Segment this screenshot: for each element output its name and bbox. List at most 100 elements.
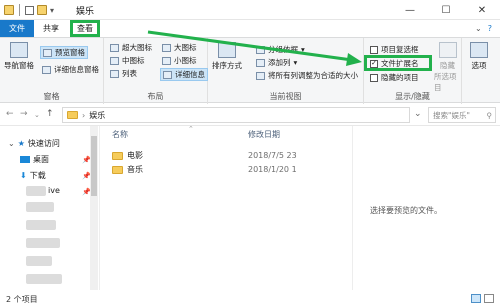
large-icons-view-icon[interactable] [484, 294, 494, 303]
chevron-down-icon[interactable]: ⌄ [414, 109, 422, 119]
medium-icons-icon [110, 56, 119, 65]
details-pane-label: 详细信息窗格 [54, 65, 99, 74]
breadcrumb[interactable]: 娱乐 [89, 110, 105, 121]
hide-selected-label-2: 所选项目 [434, 72, 457, 92]
options-button[interactable]: 选项 [470, 42, 488, 71]
list-option[interactable]: 列表 [110, 68, 137, 79]
nav-pane-button[interactable]: 导航窗格 [4, 42, 34, 71]
address-field[interactable]: › 娱乐 [62, 107, 410, 123]
up-icon[interactable]: ↑ [46, 109, 54, 119]
show-hide-group: 项目复选框 ✓ 文件扩展名 隐藏的项目 隐藏 所选项目 显示/隐藏 [364, 38, 462, 104]
sort-icon [218, 42, 236, 58]
pane-group-label: 窗格 [43, 92, 60, 101]
back-icon[interactable]: ← [6, 109, 14, 119]
nav-item-quick-access[interactable]: ⌄ ★ 快速访问 [8, 138, 60, 149]
blurred-item [26, 274, 62, 284]
item-checkboxes-checkbox[interactable] [370, 45, 378, 54]
hidden-items-checkbox[interactable] [370, 73, 378, 82]
new-folder-icon[interactable] [37, 5, 47, 15]
ribbon-tabs: 文件 共享 查看 ⌄ ? [0, 20, 500, 37]
layout-group: 超大图标 大图标 中图标 小图标 列表 详细信息 布局 [104, 38, 208, 104]
options-label: 选项 [471, 61, 487, 70]
file-name: 音乐 [127, 165, 143, 174]
options-icon [470, 42, 488, 58]
blurred-item [26, 238, 60, 248]
small-icons-icon [162, 56, 171, 65]
nav-pane-label: 导航窗格 [4, 61, 34, 70]
chevron-down-icon[interactable]: ⌄ [34, 111, 40, 119]
xl-icons-label: 超大图标 [122, 43, 152, 52]
large-icons-option[interactable]: 大图标 [162, 42, 197, 53]
small-icons-option[interactable]: 小图标 [162, 55, 197, 66]
hide-selected-button[interactable]: 隐藏 所选项目 [434, 42, 461, 93]
close-button[interactable]: ✕ [464, 0, 500, 20]
list-item[interactable]: 音乐 [112, 164, 143, 175]
folder-icon [4, 5, 14, 15]
blurred-item [26, 186, 46, 196]
list-item[interactable]: 电影 [112, 150, 143, 161]
add-columns-label: 添加列 [268, 58, 291, 67]
tab-file[interactable]: 文件 [0, 20, 34, 37]
hidden-items-option[interactable]: 隐藏的项目 [370, 72, 419, 83]
star-icon: ★ [17, 139, 25, 148]
preview-pane-icon [43, 48, 52, 57]
search-placeholder: 搜索"娱乐" [433, 110, 470, 120]
item-checkboxes-option[interactable]: 项目复选框 [370, 44, 419, 55]
folder-icon [67, 111, 78, 119]
size-all-columns-button[interactable]: 将所有列调整为合适的大小 [256, 70, 358, 81]
quick-access-toolbar: ▾ [4, 4, 54, 16]
nav-item-downloads[interactable]: ⬇ 下载 [20, 170, 46, 181]
chevron-down-icon[interactable]: ⌄ [8, 139, 15, 148]
forward-icon[interactable]: → [20, 109, 28, 119]
quick-access-label: 快速访问 [27, 139, 60, 148]
add-columns-icon [256, 58, 265, 67]
show-hide-group-label: 显示/隐藏 [395, 92, 430, 101]
blurred-item [26, 220, 56, 230]
preview-divider[interactable] [352, 126, 353, 290]
sort-by-button[interactable]: 排序方式 [212, 42, 242, 71]
file-name: 电影 [127, 151, 143, 160]
file-date: 2018/7/5 23 [248, 151, 297, 160]
search-icon: ⚲ [486, 110, 493, 120]
details-option[interactable]: 详细信息 [160, 68, 208, 81]
minimize-button[interactable]: — [392, 0, 428, 20]
preview-pane-button[interactable]: 预览窗格 [40, 46, 88, 59]
window-controls: — ☐ ✕ [392, 0, 500, 20]
hidden-items-label: 隐藏的项目 [381, 73, 419, 82]
add-columns-button[interactable]: 添加列 ▾ [256, 57, 297, 68]
sort-arrow-icon: ⌃ [188, 125, 194, 133]
blurred-item [26, 256, 52, 266]
status-bar: 2 个项目 [0, 290, 500, 308]
nav-scrollbar[interactable] [90, 126, 98, 290]
group-by-button[interactable]: 分组依据 ▾ [256, 44, 305, 55]
details-icon [163, 70, 172, 79]
properties-icon[interactable] [25, 5, 34, 15]
details-pane-button[interactable]: 详细信息窗格 [42, 64, 99, 75]
desktop-icon [20, 156, 30, 163]
item-count: 2 个项目 [6, 294, 38, 304]
address-bar: ← → ⌄ ↑ › 娱乐 ⌄ 搜索"娱乐" ⚲ [0, 104, 500, 126]
current-view-group-label: 当前视图 [269, 92, 302, 101]
ribbon: 导航窗格 预览窗格 详细信息窗格 窗格 超大图标 大图标 中图标 小图标 列表 … [0, 37, 500, 104]
medium-icons-option[interactable]: 中图标 [110, 55, 145, 66]
search-input[interactable]: 搜索"娱乐" ⚲ [428, 107, 496, 123]
chevron-down-icon[interactable]: ⌄ [475, 24, 482, 33]
options-group: 选项 [462, 38, 500, 104]
tab-share[interactable]: 共享 [34, 20, 68, 37]
chevron-down-icon[interactable]: ▾ [50, 6, 54, 15]
maximize-button[interactable]: ☐ [428, 0, 464, 20]
column-name[interactable]: 名称 [112, 126, 128, 142]
details-view-icon[interactable] [471, 294, 481, 303]
chevron-right-icon: › [82, 110, 86, 120]
ribbon-help: ⌄ ? [475, 20, 500, 37]
pane-group: 导航窗格 预览窗格 详细信息窗格 窗格 [0, 38, 104, 104]
help-icon[interactable]: ? [488, 24, 492, 33]
xl-icons-option[interactable]: 超大图标 [110, 42, 152, 53]
nav-item-desktop[interactable]: 桌面 [20, 154, 49, 165]
chevron-down-icon: ▾ [301, 45, 305, 54]
scroll-thumb[interactable] [91, 136, 97, 196]
size-all-label: 将所有列调整为合适的大小 [268, 71, 358, 80]
tab-view[interactable]: 查看 [70, 20, 100, 37]
small-icons-label: 小图标 [174, 56, 197, 65]
column-modified[interactable]: 修改日期 [248, 126, 280, 142]
